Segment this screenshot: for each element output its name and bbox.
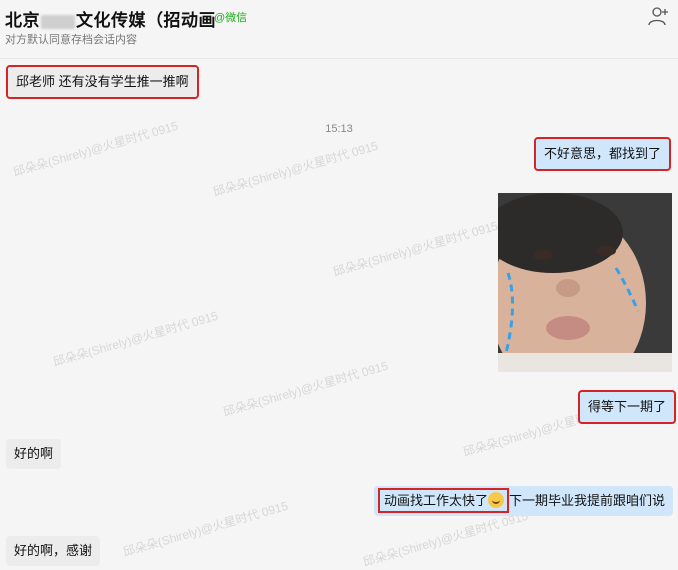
chat-title: 北京 文化传媒（招动画 [5,11,216,30]
message-outgoing-1[interactable]: 不好意思，都找到了 [534,137,672,171]
sticker-image[interactable] [498,193,672,372]
watermark: 邱朵朵(Shirely)@火星时代 0915 [121,498,290,560]
watermark: 邱朵朵(Shirely)@火星时代 0915 [221,358,390,420]
highlighted-text: 动画找工作太快了 [378,488,510,513]
message-outgoing-3[interactable]: 动画找工作太快了 下一期毕业我提前跟咱们说 [374,486,674,516]
watermark: 邱朵朵(Shirely)@火星时代 0915 [331,218,500,280]
watermark: 邱朵朵(Shirely)@火星时代 0915 [361,508,530,570]
chat-header: 北京 文化传媒（招动画 @微信 对方默认同意存档会话内容 [0,0,678,59]
timestamp: 15:13 [325,123,353,135]
add-user-icon[interactable] [648,6,670,26]
redacted-name [41,14,75,29]
message-outgoing-2[interactable]: 得等下一期了 [578,390,677,424]
watermark: 邱朵朵(Shirely)@火星时代 0915 [51,308,220,370]
message-incoming-3[interactable]: 好的啊，感谢 [6,536,101,566]
message-incoming-1[interactable]: 邱老师 还有没有学生推一推啊 [6,65,199,99]
message-incoming-2[interactable]: 好的啊 [6,439,62,469]
source-tag: @微信 [214,12,248,24]
archive-notice: 对方默认同意存档会话内容 [5,34,137,46]
grin-sweat-emoji-icon [488,492,505,508]
watermark: 邱朵朵(Shirely)@火星时代 0915 [211,138,380,200]
